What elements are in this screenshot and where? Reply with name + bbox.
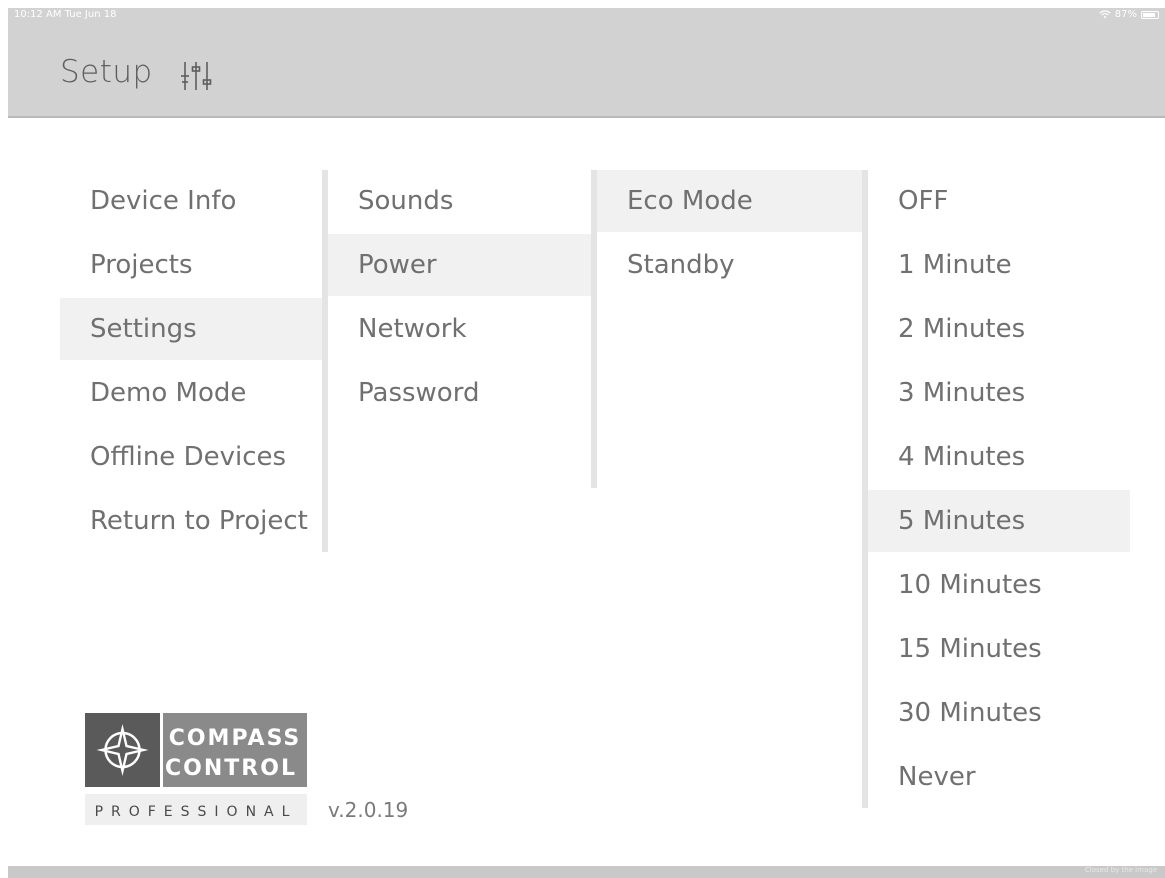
menu-item-projects[interactable]: Projects (60, 234, 323, 296)
menu-item-offline-devices[interactable]: Offline Devices (60, 426, 323, 488)
eco-option-item-4-minutes[interactable]: 4 Minutes (868, 426, 1130, 488)
settings-item-password[interactable]: Password (328, 362, 591, 424)
battery-percent: 87% (1114, 9, 1137, 20)
wifi-icon (1099, 10, 1111, 19)
menu-item-device-info[interactable]: Device Info (60, 170, 323, 232)
menu-item-return-to-project[interactable]: Return to Project (60, 490, 323, 552)
menu-item-settings[interactable]: Settings (60, 298, 323, 360)
settings-item-network[interactable]: Network (328, 298, 591, 360)
eco-option-item-2-minutes[interactable]: 2 Minutes (868, 298, 1130, 360)
compass-control-logo: COMPASS CONTROL PROFESSIONAL (85, 713, 307, 829)
status-time: 10:12 AM Tue Jun 18 (14, 9, 117, 20)
settings-menu-column: Sounds Power Network Password (328, 170, 591, 488)
power-item-eco-mode[interactable]: Eco Mode (597, 170, 862, 232)
battery-icon (1141, 10, 1159, 19)
header-bar: 10:12 AM Tue Jun 18 87% Setup (8, 8, 1165, 118)
version-label: v.2.0.19 (328, 798, 409, 822)
settings-item-sounds[interactable]: Sounds (328, 170, 591, 232)
eco-option-item-3-minutes[interactable]: 3 Minutes (868, 362, 1130, 424)
status-indicators: 87% (1099, 9, 1159, 20)
power-item-standby[interactable]: Standby (597, 234, 862, 296)
settings-item-power[interactable]: Power (328, 234, 591, 296)
eco-option-item-1-minute[interactable]: 1 Minute (868, 234, 1130, 296)
frame-top (0, 0, 1165, 8)
power-menu-column: Eco Mode Standby (597, 170, 862, 488)
battery-fill (1143, 12, 1155, 17)
eco-option-item-off[interactable]: OFF (868, 170, 1130, 232)
logo-line1: COMPASS (169, 726, 302, 751)
eco-option-item-15-minutes[interactable]: 15 Minutes (868, 618, 1130, 680)
eco-option-item-30-minutes[interactable]: 30 Minutes (868, 682, 1130, 744)
eco-option-item-10-minutes[interactable]: 10 Minutes (868, 554, 1130, 616)
footer-bar: Closed by the image (8, 866, 1165, 878)
eco-option-item-5-minutes[interactable]: 5 Minutes (868, 490, 1130, 552)
page-title: Setup (60, 54, 153, 90)
eco-option-item-never[interactable]: Never (868, 746, 1130, 808)
footer-text: Closed by the image (1084, 866, 1157, 874)
sliders-icon[interactable] (176, 60, 232, 92)
main-menu-column: Device Info Projects Settings Demo Mode Offl… (60, 170, 323, 552)
logo-line2: CONTROL (165, 756, 297, 781)
logo-line3: PROFESSIONAL (95, 804, 298, 820)
eco-mode-options-column: OFF 1 Minute 2 Minutes 3 Minutes 4 Minutes 5 … (868, 170, 1130, 808)
menu-item-demo-mode[interactable]: Demo Mode (60, 362, 323, 424)
